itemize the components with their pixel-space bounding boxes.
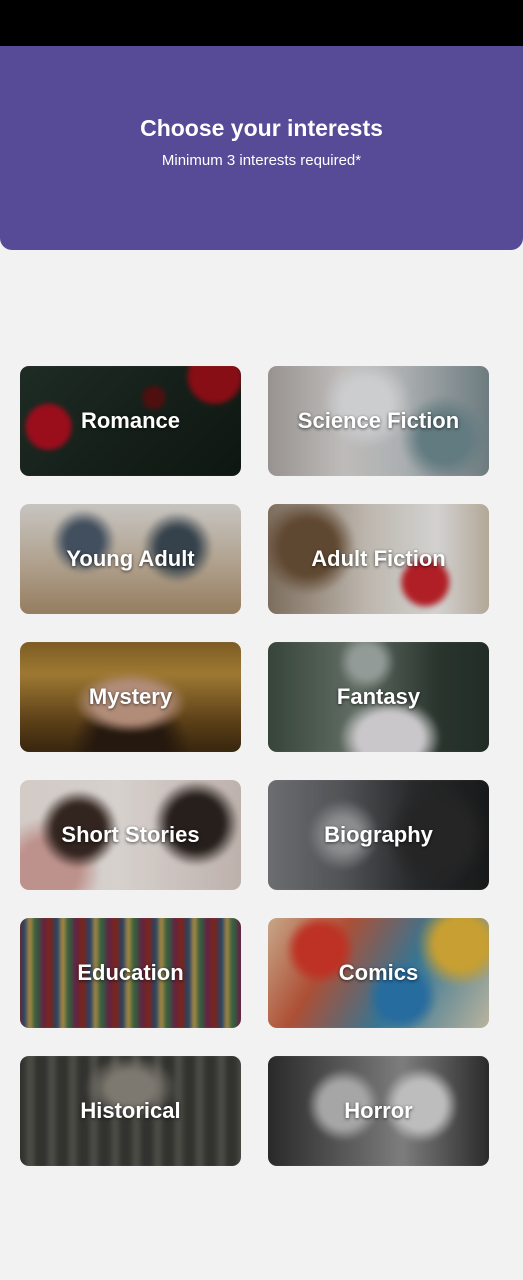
interest-card-label: Romance [80,408,181,433]
interest-card-science-fiction[interactable]: Science Fiction [268,366,489,476]
interest-card-romance[interactable]: Romance [20,366,241,476]
interest-card-label: Horror [344,1098,413,1123]
interest-card-historical[interactable]: Historical [20,1056,241,1166]
interest-card-mystery[interactable]: Mystery [20,642,241,752]
interest-card-label: Historical [80,1098,181,1123]
interest-card-comics[interactable]: Comics [268,918,489,1028]
interest-card-young-adult[interactable]: Young Adult [20,504,241,614]
interest-card-label: Biography [324,822,433,847]
interest-card-label: Science Fiction [297,408,460,433]
interest-card-biography[interactable]: Biography [268,780,489,890]
interest-card-horror[interactable]: Horror [268,1056,489,1166]
interest-card-label: Comics [338,960,419,985]
interests-grid: Romance Science Fiction Young Adult Adul… [20,366,490,1166]
interest-card-label: Young Adult [66,546,195,571]
interest-card-label: Short Stories [61,822,200,847]
interest-card-label: Education [77,960,184,985]
interest-card-label: Adult Fiction [311,546,446,571]
page-subtitle: Minimum 3 interests required* [161,152,362,169]
page-title: Choose your interests [140,115,383,141]
interests-header: Choose your interests Minimum 3 interest… [0,46,523,250]
interest-card-label: Mystery [88,684,173,709]
interest-card-short-stories[interactable]: Short Stories [20,780,241,890]
interest-card-fantasy[interactable]: Fantasy [268,642,489,752]
status-bar [0,0,523,46]
interest-card-adult-fiction[interactable]: Adult Fiction [268,504,489,614]
interest-card-education[interactable]: Education [20,918,241,1028]
interest-card-label: Fantasy [336,684,421,709]
